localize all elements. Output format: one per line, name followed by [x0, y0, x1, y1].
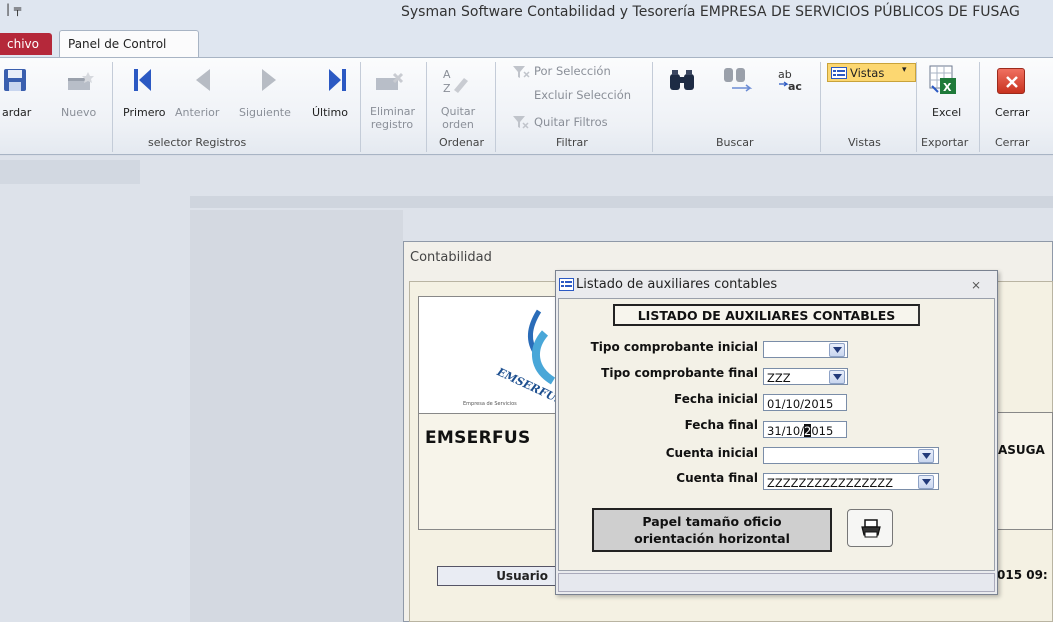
separator — [979, 62, 980, 152]
clear-sort-label-1: Quitar — [440, 105, 476, 118]
clear-filters-icon — [512, 114, 530, 130]
fecha-inicial-label: Fecha inicial — [674, 392, 758, 406]
window-title: Sysman Software Contabilidad y Tesorería… — [401, 4, 1020, 20]
svg-text:Empresa de Servicios: Empresa de Servicios — [463, 401, 517, 407]
dialog-title: Listado de auxiliares contables — [576, 277, 778, 292]
tab-panel-de-control[interactable]: Panel de Control — [59, 30, 199, 58]
chevron-down-icon[interactable] — [829, 343, 845, 357]
paper-note-line-2: orientación horizontal — [634, 531, 790, 546]
datetime-fragment: 015 09: — [997, 568, 1048, 582]
group-label-cerrar: Cerrar — [995, 136, 1030, 149]
close-icon — [1006, 76, 1018, 88]
tipo-comprobante-final-label: Tipo comprobante final — [601, 366, 758, 380]
company-logo: EMSERFUS Empresa de Servicios — [418, 296, 565, 414]
chevron-down-icon[interactable] — [918, 449, 934, 463]
form-icon — [559, 278, 574, 294]
cuenta-final-select[interactable]: ZZZZZZZZZZZZZZZZ — [763, 473, 939, 490]
close-button[interactable]: Cerrar — [995, 106, 1030, 119]
group-label-ordenar: Ordenar — [439, 136, 484, 149]
separator — [495, 62, 496, 152]
close-form-icon[interactable] — [997, 68, 1025, 94]
chevron-down-icon: ▾ — [902, 65, 907, 75]
new-record-icon[interactable] — [66, 68, 96, 94]
clear-sort-label-2: orden — [442, 118, 474, 131]
delete-label-2: registro — [370, 118, 414, 131]
filter-by-selection-button[interactable]: Por Selección — [534, 64, 611, 78]
separator — [112, 62, 113, 152]
first-record-icon[interactable] — [131, 66, 155, 94]
separator — [652, 62, 653, 152]
fecha-final-input[interactable]: 31/10/2015 — [763, 421, 847, 438]
dialog-close-icon[interactable]: ⨯ — [971, 278, 981, 292]
delete-record-icon[interactable] — [374, 68, 406, 94]
chevron-down-icon[interactable] — [918, 475, 934, 489]
chevron-down-icon[interactable] — [829, 370, 845, 384]
group-label-selector: selector Registros — [148, 136, 247, 149]
group-label-filtrar: Filtrar — [556, 136, 588, 149]
save-icon[interactable] — [2, 66, 30, 94]
filter-by-selection-icon — [512, 64, 530, 80]
excel-button[interactable]: Excel — [932, 106, 961, 119]
company-name-fragment: ASUGA — [998, 443, 1045, 457]
previous-button[interactable]: Anterior — [175, 106, 219, 119]
svg-text:ac: ac — [788, 80, 802, 93]
group-label-exportar: Exportar — [921, 136, 969, 149]
background-panel — [190, 210, 403, 622]
usuario-label: Usuario — [437, 566, 557, 586]
fecha-final-text-after: 015 — [811, 424, 834, 438]
views-icon — [831, 67, 847, 79]
go-to-icon[interactable] — [722, 64, 756, 94]
delete-button[interactable]: Eliminar registro — [370, 105, 416, 131]
print-button[interactable] — [847, 509, 893, 547]
previous-record-icon[interactable] — [190, 66, 214, 94]
navigation-strip — [0, 160, 140, 184]
separator — [916, 62, 917, 152]
next-record-icon[interactable] — [258, 66, 282, 94]
company-name: EMSERFUS — [425, 428, 531, 448]
views-button[interactable]: Vistas ▾ — [827, 63, 916, 82]
clear-filters-button[interactable]: Quitar Filtros — [534, 115, 608, 129]
contabilidad-window-title: Contabilidad — [410, 250, 492, 265]
cuenta-inicial-label: Cuenta inicial — [665, 446, 758, 460]
excel-export-icon[interactable]: X — [928, 64, 958, 96]
background-bar — [190, 196, 1053, 208]
paper-orientation-note: Papel tamaño oficio orientación horizont… — [592, 508, 832, 552]
printer-icon — [861, 519, 881, 538]
fecha-inicial-input[interactable]: 01/10/2015 — [763, 394, 847, 411]
last-button[interactable]: Último — [312, 106, 348, 119]
next-button[interactable]: Siguiente — [239, 106, 291, 119]
exclude-selection-button[interactable]: Excluir Selección — [534, 88, 631, 102]
separator — [360, 62, 361, 152]
last-record-icon[interactable] — [325, 66, 349, 94]
cuenta-final-label: Cuenta final — [676, 471, 758, 485]
quick-access-toolbar[interactable]: | ╤ — [6, 2, 21, 16]
clear-sort-button[interactable]: Quitar orden — [440, 105, 476, 131]
dialog-heading: LISTADO DE AUXILIARES CONTABLES — [613, 304, 920, 326]
fecha-final-label: Fecha final — [684, 418, 758, 432]
group-label-buscar: Buscar — [716, 136, 754, 149]
views-label: Vistas — [850, 66, 885, 80]
tipo-comprobante-inicial-label: Tipo comprobante inicial — [590, 340, 758, 354]
clear-sort-icon[interactable]: A Z — [441, 66, 469, 96]
delete-label-1: Eliminar — [370, 105, 416, 118]
separator — [426, 62, 427, 152]
replace-icon[interactable]: ab ac — [776, 66, 810, 94]
binoculars-icon[interactable] — [668, 68, 698, 92]
tab-archivo[interactable]: chivo — [0, 33, 52, 55]
separator — [820, 62, 821, 152]
dialog-footer — [558, 573, 995, 592]
paper-note-line-1: Papel tamaño oficio — [642, 514, 782, 529]
svg-text:Z: Z — [443, 82, 451, 95]
cuenta-inicial-select[interactable] — [763, 447, 939, 464]
first-button[interactable]: Primero — [123, 106, 166, 119]
new-button[interactable]: Nuevo — [61, 106, 96, 119]
svg-text:A: A — [443, 68, 451, 81]
svg-text:X: X — [943, 81, 952, 94]
group-label-vistas: Vistas — [848, 136, 881, 149]
fecha-final-text-before: 31/10/ — [767, 424, 805, 438]
save-button[interactable]: ardar — [2, 106, 31, 119]
